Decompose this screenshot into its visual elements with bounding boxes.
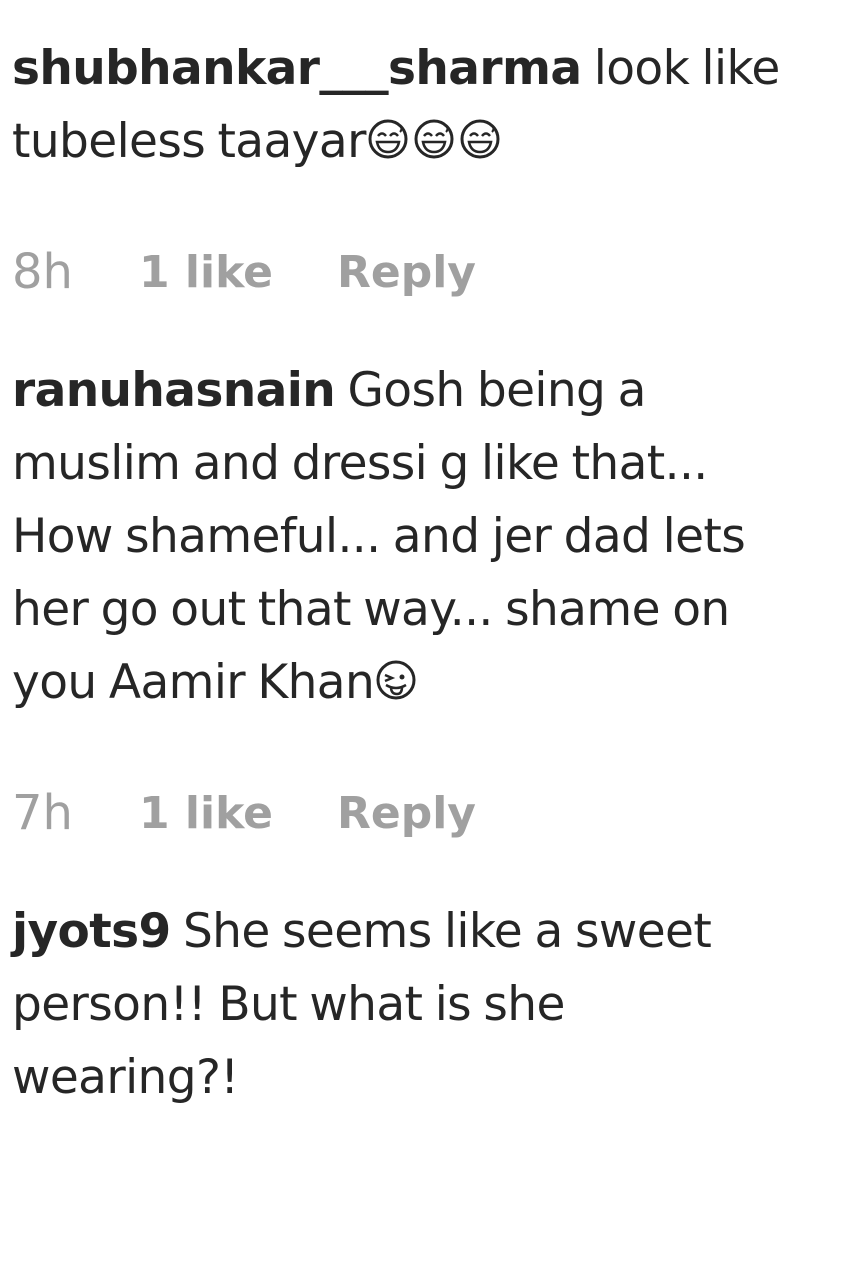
reply-button[interactable]: Reply: [337, 247, 476, 298]
comment-list: shubhankar___sharma look like tubeless ta…: [12, 32, 840, 1114]
comment-meta: 8h 1 like Reply: [12, 242, 840, 302]
comment-username[interactable]: jyots9: [12, 904, 171, 959]
comment-username[interactable]: shubhankar___sharma: [12, 41, 582, 96]
grinning-sweat-emoji-icon: [366, 117, 410, 161]
comment: jyots9 She seems like a sweet person!! Bu…: [12, 895, 840, 1114]
comment-body-line: muslim and dressi g like that...: [12, 436, 708, 491]
comment-likes-count[interactable]: 1 like: [139, 247, 273, 298]
comment-username[interactable]: ranuhasnain: [12, 363, 336, 418]
winking-tongue-emoji-icon: [374, 658, 418, 702]
comment: ranuhasnain Gosh being a muslim and dress…: [12, 354, 840, 843]
comment-body-line: She seems like a sweet: [182, 904, 712, 959]
comment-text: jyots9 She seems like a sweet person!! Bu…: [12, 895, 840, 1114]
comment-likes-count[interactable]: 1 like: [139, 788, 273, 839]
comment-body-line: person!! But what is she: [12, 977, 565, 1032]
reply-button[interactable]: Reply: [337, 788, 476, 839]
comment: shubhankar___sharma look like tubeless ta…: [12, 32, 840, 302]
comment-body-line: wearing?!: [12, 1050, 239, 1105]
comment-body-line: you Aamir Khan: [12, 655, 375, 710]
comment-text: shubhankar___sharma look like tubeless ta…: [12, 32, 840, 178]
comment-body-line: How shameful... and jer dad lets: [12, 509, 746, 564]
grinning-sweat-emoji-icon: [412, 117, 456, 161]
comment-timestamp[interactable]: 8h: [12, 244, 73, 300]
comment-text: ranuhasnain Gosh being a muslim and dress…: [12, 354, 840, 719]
comment-meta: 7h 1 like Reply: [12, 783, 840, 843]
grinning-sweat-emoji-icon: [458, 117, 502, 161]
comment-body-line: tubeless taayar: [12, 114, 366, 169]
comment-body-line: look like: [593, 41, 781, 96]
comment-timestamp[interactable]: 7h: [12, 785, 73, 841]
comment-body-line: her go out that way... shame on: [12, 582, 730, 637]
comment-body-line: Gosh being a: [347, 363, 646, 418]
